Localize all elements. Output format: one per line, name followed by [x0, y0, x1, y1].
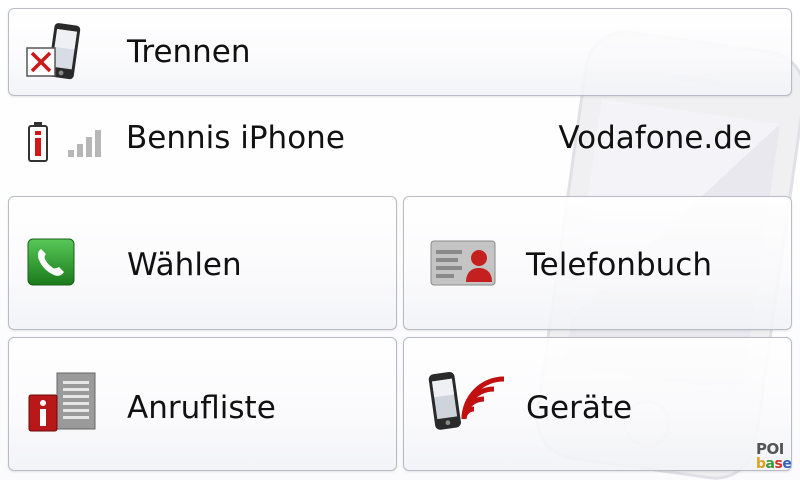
call-list-button[interactable]: Anrufliste: [8, 337, 397, 471]
dial-label: Wählen: [127, 247, 242, 283]
signal-strength-icon: [68, 130, 101, 157]
disconnect-button[interactable]: Trennen: [8, 8, 792, 96]
logo-line2: base: [756, 456, 792, 472]
devices-label: Geräte: [526, 390, 633, 426]
phone-disconnect-icon: [26, 23, 81, 80]
connection-status-row: Bennis iPhone Vodafone.de: [0, 100, 800, 190]
phonebook-button[interactable]: Telefonbuch: [403, 196, 792, 330]
connected-device-name: Bennis iPhone: [126, 120, 345, 156]
dial-button[interactable]: Wählen: [8, 196, 397, 330]
logo-line1: POI: [756, 440, 784, 458]
poibase-logo: POI base: [756, 442, 796, 474]
carrier-name: Vodafone.de: [558, 120, 752, 156]
disconnect-label: Trennen: [127, 34, 251, 70]
devices-button[interactable]: Geräte: [403, 337, 792, 471]
phone-handset-icon: [27, 238, 75, 286]
phone-menu-screen: Trennen Bennis iPhone Vodafone.de Wählen…: [0, 0, 800, 480]
call-list-info-icon: [28, 372, 96, 432]
phonebook-label: Telefonbuch: [526, 247, 712, 283]
phone-wireless-icon: [428, 371, 505, 430]
battery-low-icon: [28, 122, 48, 162]
call-list-label: Anrufliste: [127, 390, 276, 426]
contact-card-icon: [430, 240, 496, 286]
